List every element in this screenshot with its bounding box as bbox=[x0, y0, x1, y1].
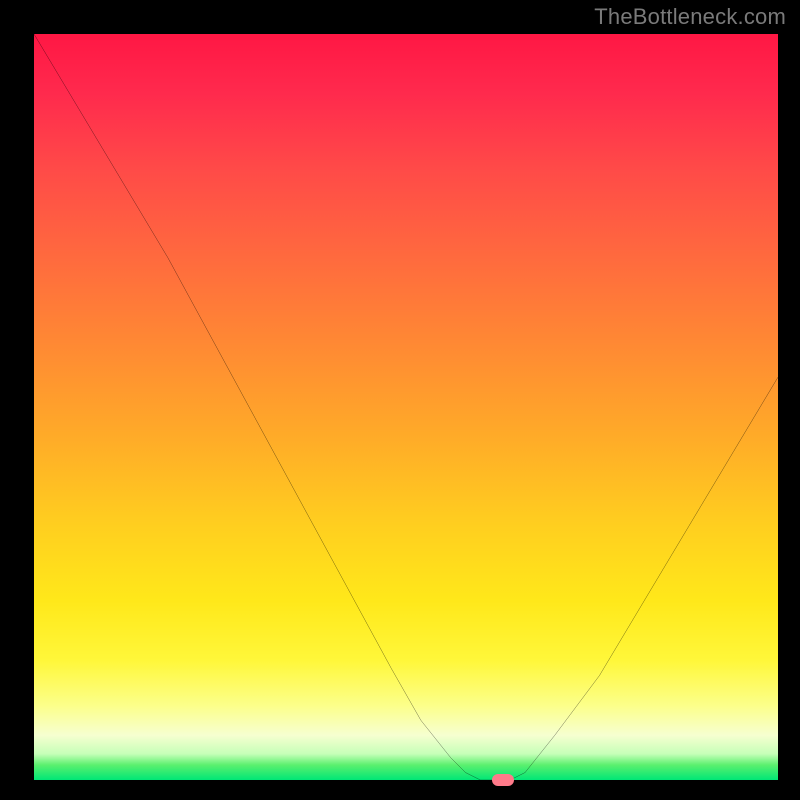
optimum-marker bbox=[492, 774, 514, 786]
bottleneck-curve bbox=[34, 34, 778, 780]
watermark-text: TheBottleneck.com bbox=[594, 4, 786, 30]
curve-path bbox=[34, 34, 778, 780]
plot-area bbox=[34, 34, 778, 780]
chart-frame: TheBottleneck.com bbox=[0, 0, 800, 800]
